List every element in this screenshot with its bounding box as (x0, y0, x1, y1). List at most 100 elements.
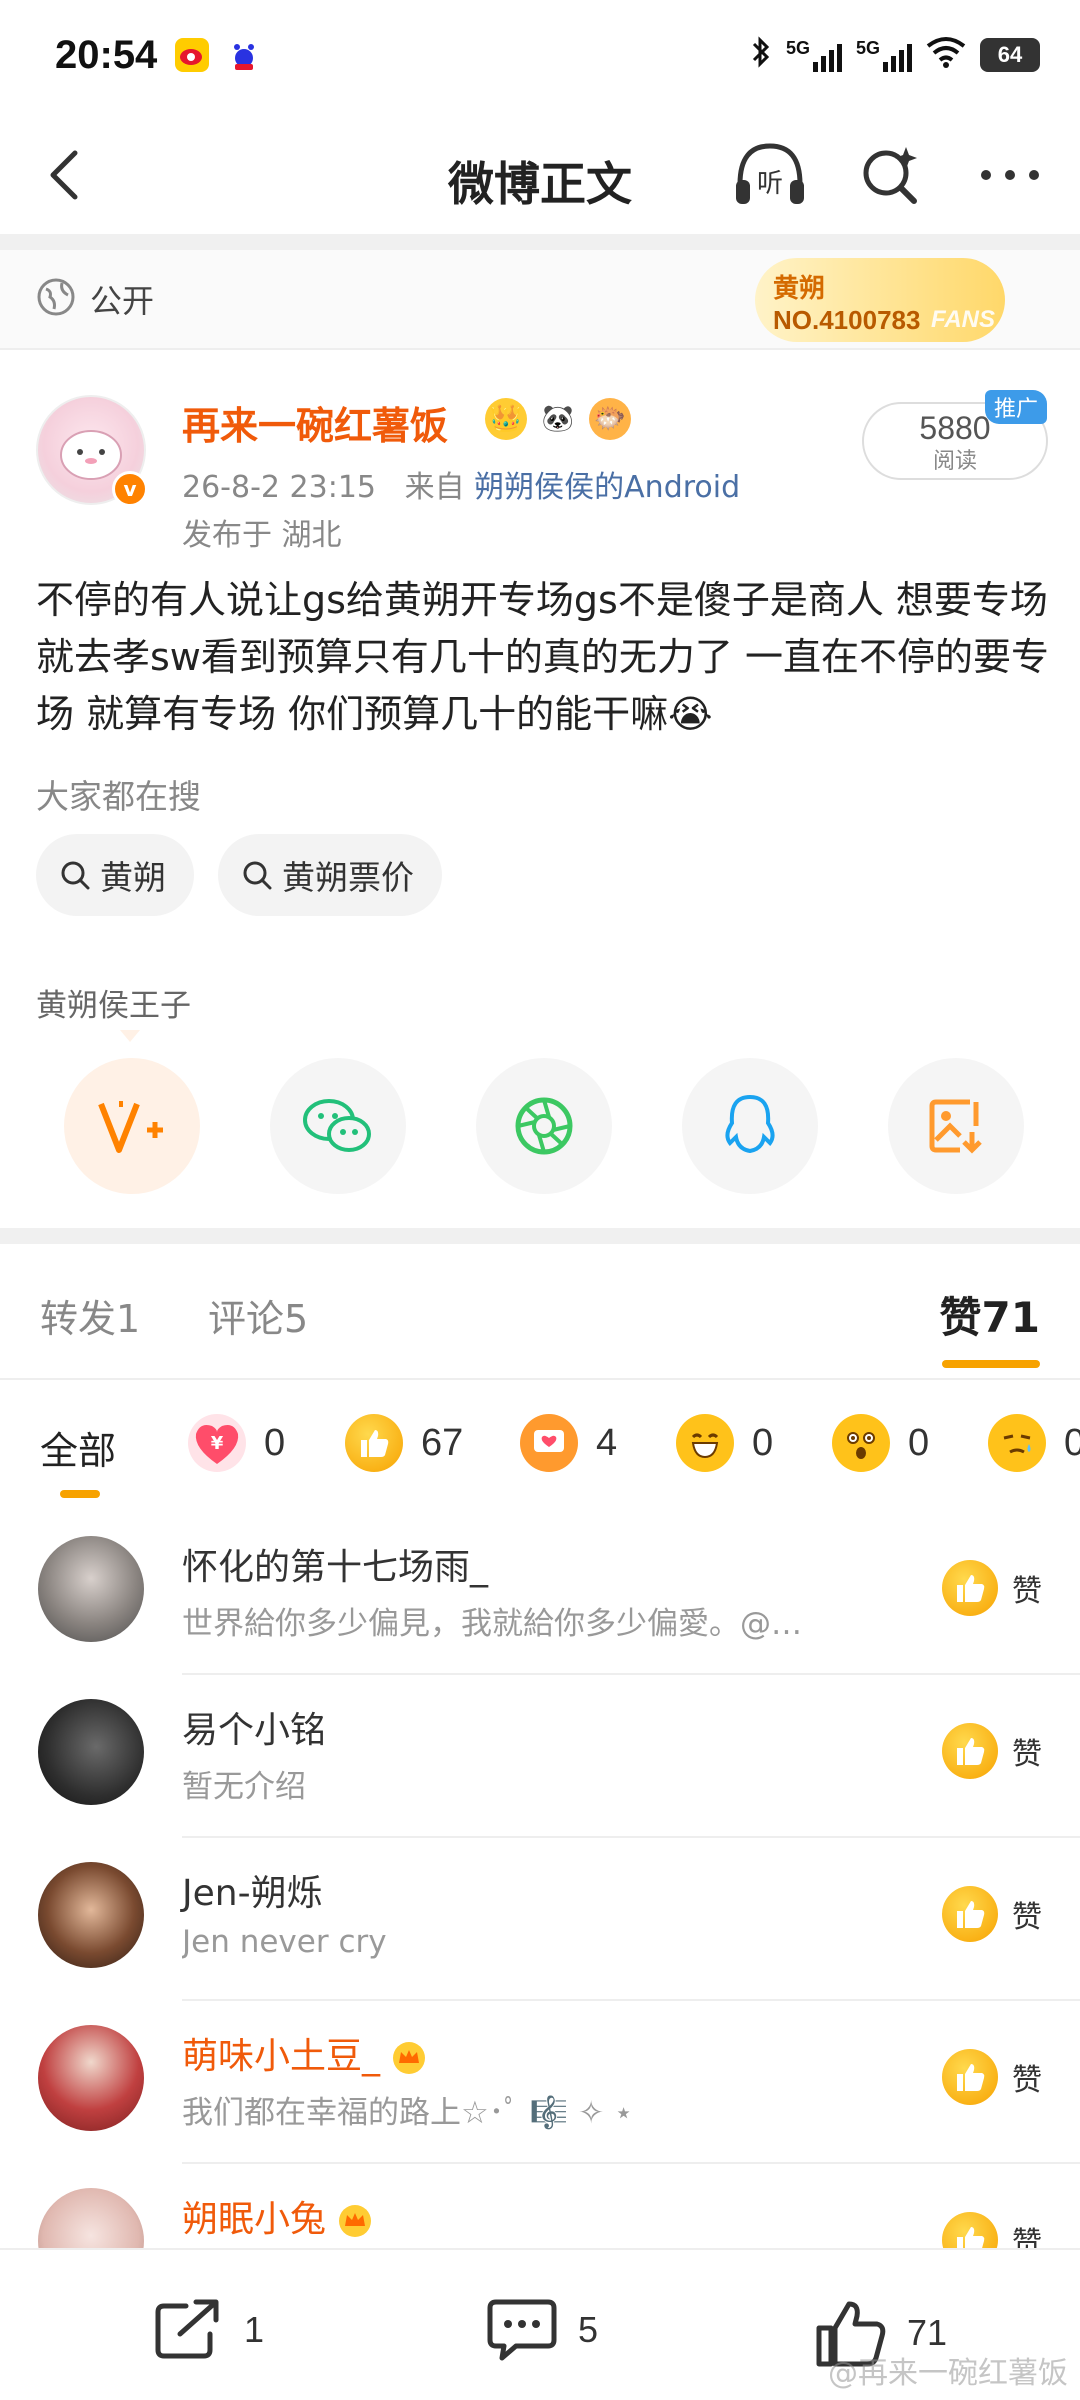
surprised-icon (832, 1414, 890, 1472)
more-button[interactable] (970, 135, 1050, 215)
repost-count: 1 (244, 2309, 265, 2350)
signal-icon-2: 5G (856, 38, 912, 72)
reaction-count: 4 (596, 1421, 618, 1464)
liker-desc: 暂无介绍 (182, 1769, 306, 1805)
promote-tag[interactable]: 推广 (985, 390, 1047, 424)
list-item[interactable]: 易个小铭 暂无介绍 赞 (0, 1675, 1080, 1838)
filter-sad[interactable]: 0 (988, 1414, 1080, 1472)
avatar[interactable] (38, 2025, 144, 2131)
reaction-count: 0 (264, 1421, 286, 1464)
filter-heart-message[interactable]: 4 (520, 1414, 617, 1472)
author-avatar[interactable]: v (36, 395, 148, 507)
list-item[interactable]: 萌味小土豆_ 我们都在幸福的路上☆･ﾟ 🎼 ✧ ⋆ 赞 (0, 2001, 1080, 2164)
liker-desc: 我们都在幸福的路上☆･ﾟ 🎼 ✧ ⋆ (182, 2095, 634, 2131)
tab-comment[interactable]: 评论5 (208, 1288, 308, 1343)
share-qq-button[interactable] (682, 1058, 818, 1194)
search-chip-label: 黄朔票价 (282, 858, 414, 897)
post-body: 不停的有人说让gs给黄朔开专场gs不是傻子是商人 想要专场就去孝sw看到预算只有… (36, 578, 1049, 736)
share-weibo-button[interactable] (64, 1058, 200, 1194)
fans-badge-name: 黄朔 (773, 274, 826, 304)
headphones-icon: 听 (736, 143, 804, 204)
weibo-app-icon (175, 38, 210, 72)
moments-aperture-icon (515, 1097, 573, 1155)
reaction-count: 0 (1064, 1421, 1080, 1464)
like-button[interactable]: 赞 (942, 2049, 1042, 2105)
crown-badge-icon: 👑 (485, 398, 527, 440)
verified-badge-icon: v (112, 471, 148, 507)
more-dots-icon (981, 170, 1039, 180)
globe-icon (36, 277, 76, 321)
share-moments-button[interactable] (476, 1058, 612, 1194)
avatar[interactable] (38, 1862, 144, 1968)
read-label: 阅读 (932, 449, 977, 474)
liker-name-text: 朔眠小兔 (182, 2199, 327, 2240)
search-chips: 黄朔 黄朔票价 (36, 834, 442, 916)
section-divider (0, 1228, 1080, 1244)
watermark: @再来一碗红薯饭 (828, 2356, 1068, 2391)
list-item[interactable]: Jen-朔烁 Jen never cry 赞 (0, 1838, 1080, 2001)
search-chip-label: 黄朔 (100, 858, 166, 897)
bluetooth-icon (750, 35, 772, 76)
search-button[interactable] (850, 135, 930, 215)
reaction-count: 0 (752, 1421, 774, 1464)
clock: 20:54 (55, 32, 158, 77)
like-button-label: 赞 (1012, 2063, 1042, 2098)
listen-button[interactable]: 听 (730, 135, 810, 215)
author-name[interactable]: 再来一碗红薯饭 (182, 395, 448, 450)
fans-badge[interactable]: 黄朔 NO.4100783 FANS (755, 258, 1005, 342)
like-button-label: 赞 (1012, 1900, 1042, 1935)
comment-count: 5 (578, 2309, 599, 2350)
share-wechat-button[interactable] (270, 1058, 406, 1194)
avatar[interactable] (38, 1699, 144, 1805)
avatar[interactable] (38, 1536, 144, 1642)
filter-surprised[interactable]: 0 (832, 1414, 929, 1472)
reaction-count: 0 (908, 1421, 930, 1464)
crown-badge-icon (339, 2205, 372, 2237)
thumbs-up-icon (942, 1560, 998, 1616)
filter-laugh[interactable]: 0 (676, 1414, 773, 1472)
liker-name[interactable]: Jen-朔烁 (182, 1864, 323, 1916)
like-button[interactable]: 赞 (942, 1560, 1042, 1616)
post-timestamp: 26-8-2 23:15 (182, 470, 376, 505)
search-chip[interactable]: 黄朔票价 (218, 834, 442, 916)
filter-heart-coin[interactable]: ¥ 0 (188, 1414, 285, 1472)
battery-indicator: 64 (980, 38, 1040, 72)
liker-name[interactable]: 萌味小土豆_ (182, 2027, 428, 2079)
wifi-icon (926, 36, 966, 75)
search-sparkle-icon (863, 147, 917, 204)
like-button[interactable]: 赞 (942, 1886, 1042, 1942)
share-save-image-button[interactable] (888, 1058, 1024, 1194)
filter-active-indicator (60, 1490, 100, 1498)
svg-text:听: 听 (757, 169, 783, 199)
save-image-icon (929, 1099, 982, 1154)
list-item[interactable]: 怀化的第十七场雨_ 世界給你多少偏見，我就給你多少偏愛。@… 赞 (0, 1512, 1080, 1675)
wechat-icon (303, 1099, 371, 1152)
pointer-triangle-icon (120, 1030, 140, 1042)
thumbs-up-icon (345, 1414, 403, 1472)
share-row (64, 1058, 1024, 1194)
liker-name[interactable]: 怀化的第十七场雨_ (182, 1538, 488, 1590)
liker-name[interactable]: 易个小铭 (182, 1701, 326, 1753)
search-chip[interactable]: 黄朔 (36, 834, 194, 916)
comment-button[interactable]: 5 (486, 2298, 598, 2362)
search-icon (61, 861, 90, 890)
repost-button[interactable]: 1 (152, 2298, 264, 2362)
post-source[interactable]: 朔朔侯侯的Android (474, 470, 740, 505)
filter-all[interactable]: 全部 (40, 1420, 116, 1475)
reaction-count: 67 (421, 1421, 464, 1464)
thumbs-up-icon (942, 1723, 998, 1779)
visibility-label: 公开 (90, 282, 155, 320)
filter-thumbs-up[interactable]: 67 (345, 1414, 463, 1472)
liker-name[interactable]: 朔眠小兔 (182, 2190, 374, 2242)
like-button[interactable]: 赞 (942, 1723, 1042, 1779)
tab-like[interactable]: 赞71 (940, 1284, 1040, 1345)
crown-badge-icon (393, 2042, 426, 2074)
comment-icon (487, 2299, 557, 2361)
tab-active-indicator (942, 1360, 1040, 1368)
svg-text:¥: ¥ (211, 1433, 224, 1454)
sad-icon (988, 1414, 1046, 1472)
fans-badge-word: FANS (930, 306, 995, 333)
author-badges: 👑 🐼 🐡 (485, 398, 631, 440)
weibo-v-plus-icon (98, 1101, 163, 1153)
tab-repost[interactable]: 转发1 (40, 1288, 140, 1343)
